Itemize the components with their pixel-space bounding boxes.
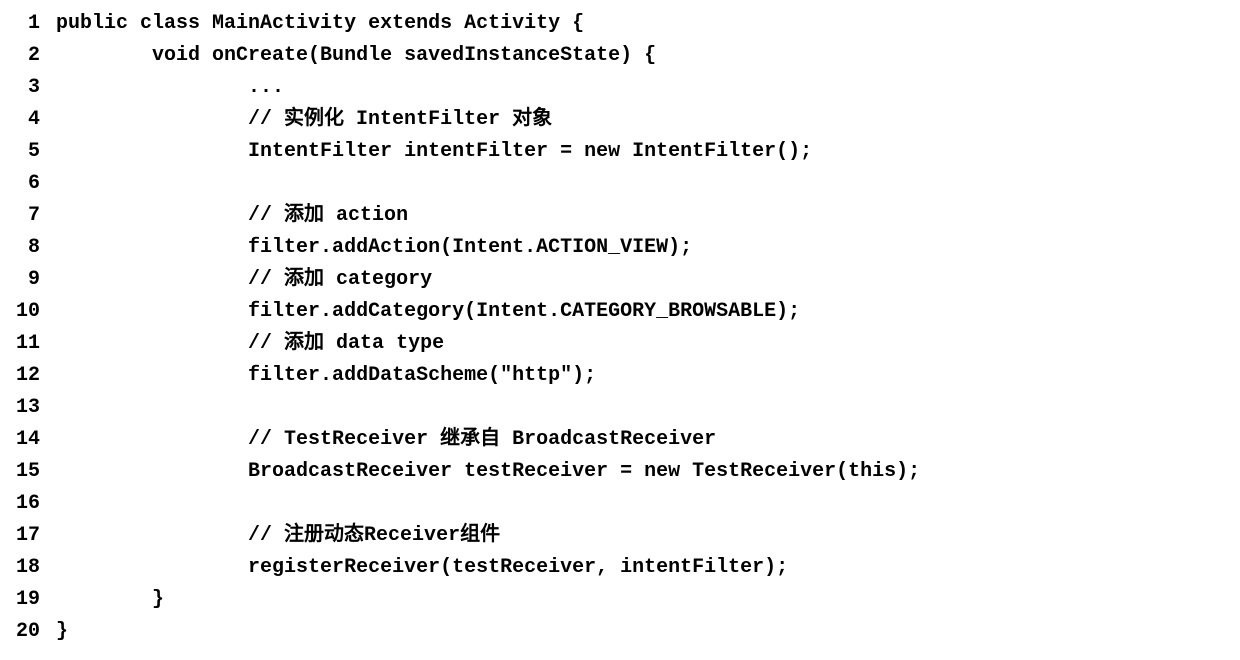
line-number: 15	[16, 456, 56, 488]
code-line: 13	[16, 392, 920, 424]
code-line: 9 // 添加 category	[16, 264, 920, 296]
code-line: 10 filter.addCategory(Intent.CATEGORY_BR…	[16, 296, 920, 328]
line-content	[56, 392, 920, 424]
line-number: 9	[16, 264, 56, 296]
line-number: 7	[16, 200, 56, 232]
line-number: 12	[16, 360, 56, 392]
line-content: BroadcastReceiver testReceiver = new Tes…	[56, 456, 920, 488]
line-content: filter.addDataScheme("http");	[56, 360, 920, 392]
code-line: 14 // TestReceiver 继承自 BroadcastReceiver	[16, 424, 920, 456]
code-line: 16	[16, 488, 920, 520]
line-content: public class MainActivity extends Activi…	[56, 8, 920, 40]
line-number: 19	[16, 584, 56, 616]
code-line: 5 IntentFilter intentFilter = new Intent…	[16, 136, 920, 168]
line-number: 16	[16, 488, 56, 520]
line-content: filter.addAction(Intent.ACTION_VIEW);	[56, 232, 920, 264]
line-number: 2	[16, 40, 56, 72]
line-content: // 添加 category	[56, 264, 920, 296]
line-number: 8	[16, 232, 56, 264]
line-content: // 添加 action	[56, 200, 920, 232]
line-number: 20	[16, 616, 56, 648]
code-line: 8 filter.addAction(Intent.ACTION_VIEW);	[16, 232, 920, 264]
line-number: 6	[16, 168, 56, 200]
line-number: 13	[16, 392, 56, 424]
code-line: 12 filter.addDataScheme("http");	[16, 360, 920, 392]
code-line: 15 BroadcastReceiver testReceiver = new …	[16, 456, 920, 488]
code-line: 6	[16, 168, 920, 200]
line-number: 1	[16, 8, 56, 40]
line-content: IntentFilter intentFilter = new IntentFi…	[56, 136, 920, 168]
code-line: 2 void onCreate(Bundle savedInstanceStat…	[16, 40, 920, 72]
line-content: // TestReceiver 继承自 BroadcastReceiver	[56, 424, 920, 456]
code-line: 18 registerReceiver(testReceiver, intent…	[16, 552, 920, 584]
line-number: 11	[16, 328, 56, 360]
line-number: 5	[16, 136, 56, 168]
code-line: 4 // 实例化 IntentFilter 对象	[16, 104, 920, 136]
line-content: // 注册动态Receiver组件	[56, 520, 920, 552]
code-line: 7 // 添加 action	[16, 200, 920, 232]
line-content: registerReceiver(testReceiver, intentFil…	[56, 552, 920, 584]
line-content: void onCreate(Bundle savedInstanceState)…	[56, 40, 920, 72]
code-block: 1 public class MainActivity extends Acti…	[16, 8, 920, 648]
line-content: }	[56, 616, 920, 648]
code-line: 3 ...	[16, 72, 920, 104]
line-number: 10	[16, 296, 56, 328]
line-content	[56, 488, 920, 520]
line-number: 3	[16, 72, 56, 104]
line-content: // 添加 data type	[56, 328, 920, 360]
line-number: 4	[16, 104, 56, 136]
code-line: 1 public class MainActivity extends Acti…	[16, 8, 920, 40]
line-content: ...	[56, 72, 920, 104]
code-line: 11 // 添加 data type	[16, 328, 920, 360]
line-number: 17	[16, 520, 56, 552]
line-content: // 实例化 IntentFilter 对象	[56, 104, 920, 136]
line-content	[56, 168, 920, 200]
code-line: 20 }	[16, 616, 920, 648]
line-number: 14	[16, 424, 56, 456]
code-line: 19 }	[16, 584, 920, 616]
line-number: 18	[16, 552, 56, 584]
line-content: }	[56, 584, 920, 616]
line-content: filter.addCategory(Intent.CATEGORY_BROWS…	[56, 296, 920, 328]
code-line: 17 // 注册动态Receiver组件	[16, 520, 920, 552]
